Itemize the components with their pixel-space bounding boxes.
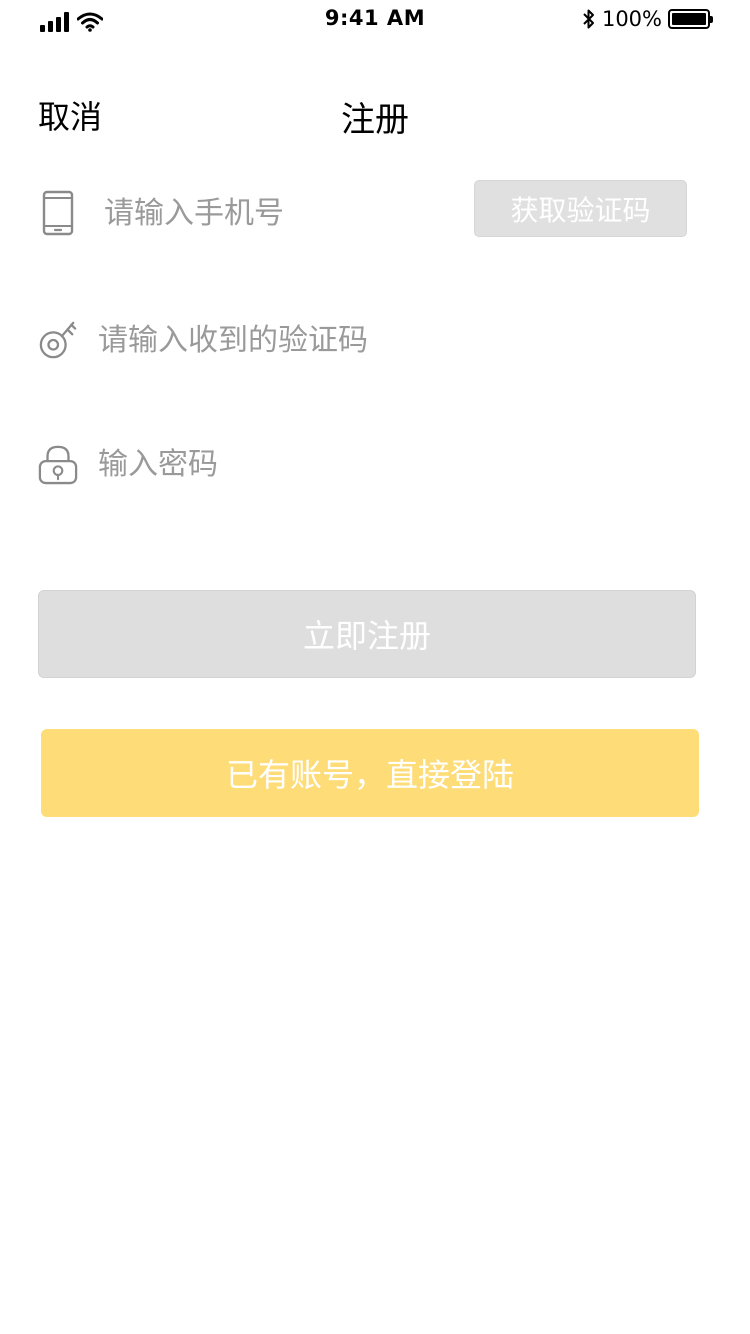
battery-icon [668,9,713,29]
phone-icon [38,189,78,237]
status-bar: 9:41 AM 100% [0,0,750,40]
bluetooth-icon [583,9,594,29]
battery-percent: 100% [601,7,662,31]
get-code-button[interactable]: 获取验证码 [474,180,687,237]
code-row [38,310,688,370]
verification-code-input[interactable] [98,322,458,358]
register-button[interactable]: 立即注册 [38,590,696,678]
password-row [38,434,688,494]
login-button[interactable]: 已有账号，直接登陆 [41,729,699,817]
password-input[interactable] [98,446,458,482]
phone-input[interactable] [104,195,464,231]
lock-icon [38,440,78,488]
page-title: 注册 [341,100,409,140]
key-icon [38,316,78,364]
status-right: 100% [582,7,713,31]
